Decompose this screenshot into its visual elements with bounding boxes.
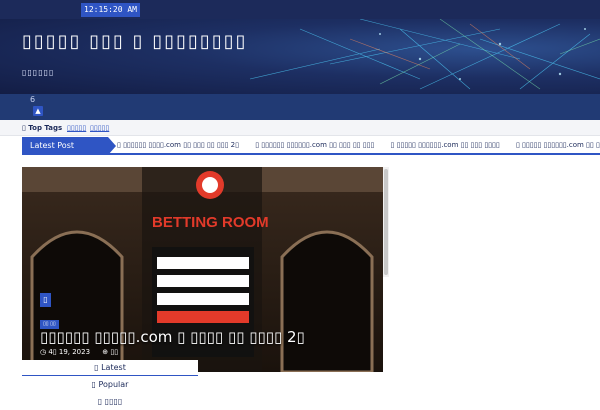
post-date: ◷ 4▯ 19, 2023 [40,348,91,356]
site-tagline: ▯▯▯▯▯▯ [22,68,55,77]
post-format-icon: ▯ [40,293,51,307]
sidebar-tabs: ▯ Latest ▯ Popular ▯ ▯▯▯▯ [22,360,198,406]
site-title[interactable]: ▯▯▯▯▯ ▯▯▯ ▯ ▯▯▯▯▯▯▯▯ [22,31,248,52]
featured-post-title[interactable]: ▯▯▯▯▯▯ ▯▯▯▯▯.com ▯ ▯▯▯▯ ▯▯ ▯▯▯▯ 2▯ [40,328,380,346]
notification-count: 6 [30,95,36,104]
top-tags-label: ▯ Top Tags [22,124,63,132]
top-tags-bar: ▯ Top Tags ▯▯▯▯▯ ▯▯▯▯▯ [0,120,600,136]
svg-text:BETTING ROOM: BETTING ROOM [152,214,269,231]
bell-icon[interactable]: ▲ [33,106,43,116]
ticker-label: Latest Post [22,137,116,153]
ticker-item[interactable]: ▯ ▯▯▯▯▯ ▯▯▯▯▯▯.com ▯▯ ▯▯▯ ▯▯▯▯ [516,141,600,149]
post-meta: ◷ 4▯ 19, 2023 ⊕ ▯▯ [40,348,128,356]
main-navigation: 6 [0,94,600,120]
scrollbar-thumb[interactable] [384,169,388,275]
tab-latest[interactable]: ▯ Latest [22,360,198,376]
ticker-item[interactable]: ▯ ▯▯▯▯▯ ▯▯▯▯▯▯.com ▯▯ ▯▯▯ ▯▯▯▯ [391,141,500,149]
tab-third[interactable]: ▯ ▯▯▯▯ [22,394,198,410]
ticker-item[interactable]: ▯ ▯▯▯▯▯▯ ▯▯▯▯.com ▯▯ ▯▯▯ ▯▯ ▯▯▯ 2▯ [117,141,239,149]
header-banner: ▯▯▯▯▯ ▯▯▯ ▯ ▯▯▯▯▯▯▯▯ ▯▯▯▯▯▯ [0,19,600,94]
post-author[interactable]: ⊕ ▯▯ [102,348,118,356]
top-bar: 12:15:20 AM [0,0,600,19]
tab-popular[interactable]: ▯ Popular [22,377,198,393]
header-clock: 12:15:20 AM [81,3,140,17]
page-scrollbar[interactable] [383,167,389,277]
ticker-items: ▯ ▯▯▯▯▯▯ ▯▯▯▯.com ▯▯ ▯▯▯ ▯▯ ▯▯▯ 2▯ ▯ ▯▯▯… [117,137,600,153]
top-tag-link[interactable]: ▯▯▯▯▯ [67,120,86,136]
top-tag-link[interactable]: ▯▯▯▯▯ [90,120,109,136]
ticker-item[interactable]: ▯ ▯▯▯▯▯▯ ▯▯▯▯▯▯.com ▯▯ ▯▯▯ ▯▯ ▯▯▯ [255,141,374,149]
latest-post-ticker: Latest Post ▯ ▯▯▯▯▯▯ ▯▯▯▯.com ▯▯ ▯▯▯ ▯▯ … [22,137,600,155]
